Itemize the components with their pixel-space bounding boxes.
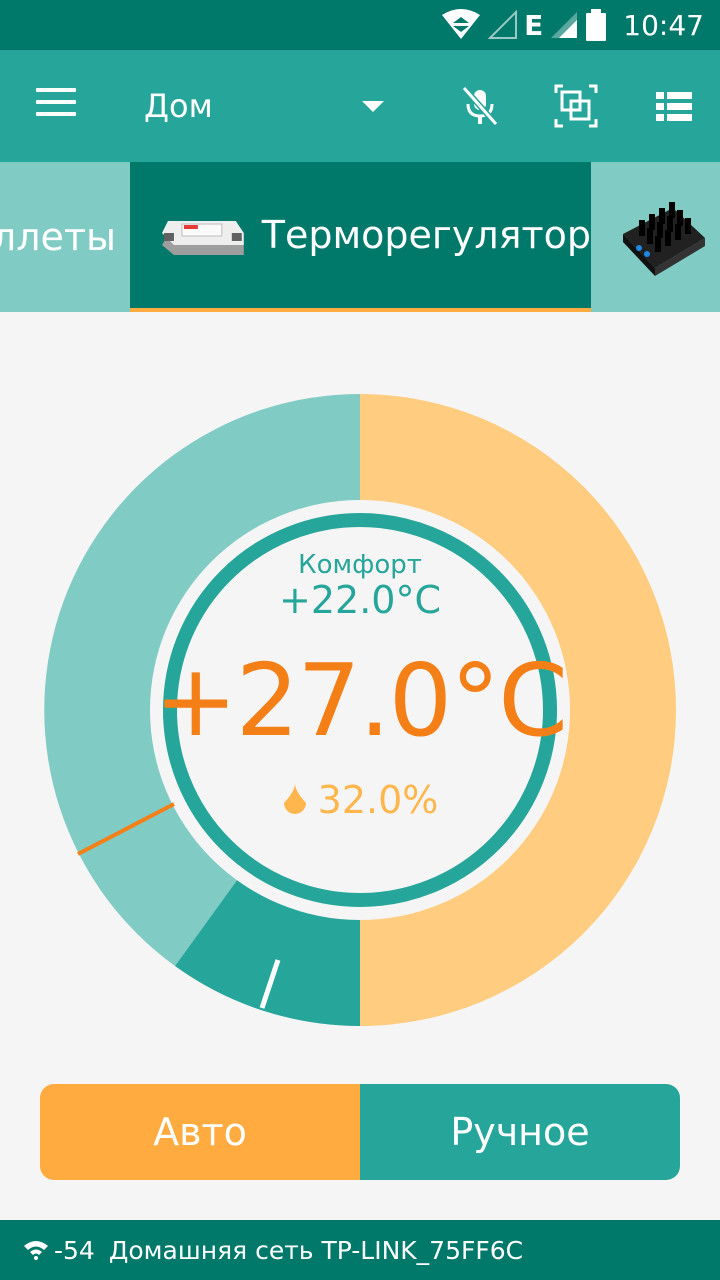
tab-thermostat-label: Терморегулятор xyxy=(261,213,591,257)
auto-mode-button[interactable]: Авто xyxy=(40,1084,360,1180)
network-type: E xyxy=(524,8,544,42)
tab-previous-label: ллеты xyxy=(0,215,116,259)
layers-icon[interactable] xyxy=(554,84,598,128)
current-temperature: +27.0°C xyxy=(153,642,568,759)
network-status-bar: -54 Домашняя сеть TP-LINK_75FF6C xyxy=(0,1220,720,1280)
status-bar: E 10:47 xyxy=(0,0,720,50)
data-transfer-icon xyxy=(442,9,481,39)
location-dropdown[interactable]: Дом xyxy=(144,78,392,134)
humidity-readout: 32.0% xyxy=(0,778,720,822)
status-icons: E 10:47 xyxy=(440,0,704,50)
list-icon[interactable] xyxy=(652,84,696,128)
location-label: Дом xyxy=(144,87,213,125)
tab-next[interactable] xyxy=(591,162,720,312)
comfort-label: Комфорт xyxy=(298,550,422,580)
app-bar: Дом xyxy=(0,50,720,162)
chevron-down-icon xyxy=(362,100,384,112)
tab-previous[interactable]: ллеты xyxy=(0,162,130,312)
relay-device-icon xyxy=(161,221,244,255)
device-tabs: ллеты Терморегулятор xyxy=(0,162,720,312)
water-drop-icon xyxy=(283,783,306,814)
network-name: Домашняя сеть TP-LINK_75FF6C xyxy=(108,1235,524,1265)
mode-toggle: Авто Ручное xyxy=(40,1084,680,1180)
signal-empty-icon xyxy=(488,10,518,39)
controller-board-icon xyxy=(623,202,705,276)
comfort-temperature: +22.0°C xyxy=(279,578,441,622)
signal-strength: -54 xyxy=(54,1235,95,1265)
manual-mode-button[interactable]: Ручное xyxy=(360,1084,680,1180)
menu-icon[interactable] xyxy=(36,88,76,124)
mic-off-icon[interactable] xyxy=(458,84,502,128)
wifi-icon xyxy=(24,1241,48,1260)
battery-icon xyxy=(586,9,607,41)
tab-thermostat[interactable]: Терморегулятор xyxy=(130,162,591,312)
signal-icon xyxy=(551,12,578,38)
clock: 10:47 xyxy=(623,8,704,42)
humidity-value: 32.0% xyxy=(317,778,439,822)
